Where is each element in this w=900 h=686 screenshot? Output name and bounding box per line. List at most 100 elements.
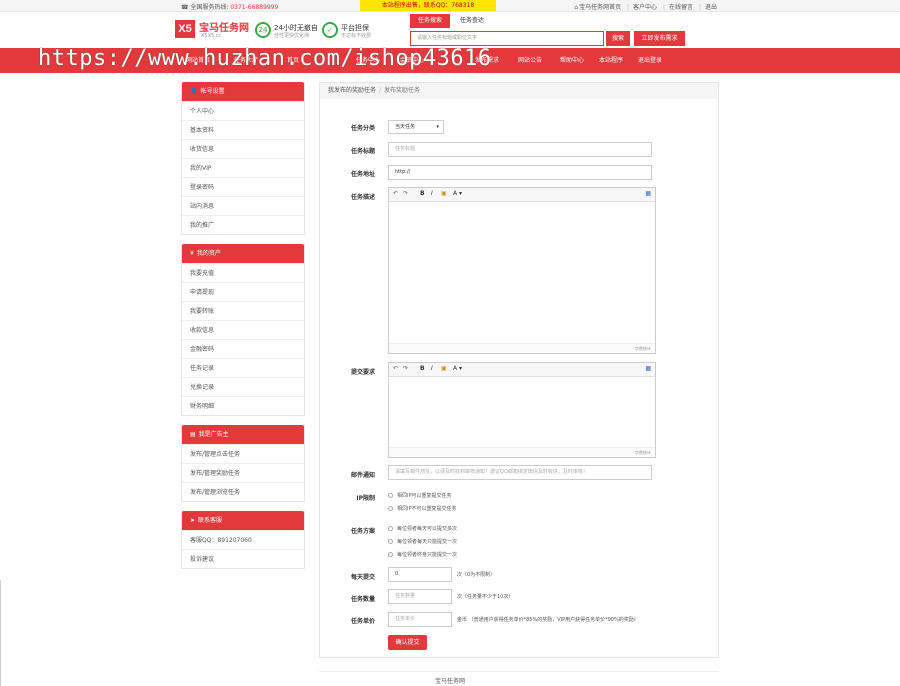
sidebar-item-profile[interactable]: 基本资料 bbox=[182, 120, 304, 139]
left-edge-line bbox=[0, 580, 1, 686]
publish-button[interactable]: 立即发布需求 bbox=[634, 31, 685, 46]
title-input[interactable]: 任务标题 bbox=[388, 142, 652, 157]
sidebar-item-exchange-records[interactable]: 兑换记录 bbox=[182, 377, 304, 396]
radio-label: 相同IP不可以重复提交任务 bbox=[397, 506, 457, 512]
submit-req-label: 提交要求 bbox=[350, 369, 375, 376]
ip-option-allow[interactable]: 相同IP可以重复提交任务 bbox=[388, 492, 452, 499]
bold-icon[interactable]: B bbox=[420, 365, 425, 372]
fullscreen-icon[interactable]: ▦ bbox=[645, 365, 651, 372]
image-icon[interactable]: ▣ bbox=[441, 365, 447, 372]
submit-button[interactable]: 确认提交 bbox=[388, 635, 427, 650]
sidebar-item-click-tasks[interactable]: 发布/管理点击任务 bbox=[182, 444, 304, 463]
sidebar-group-label: 我的资产 bbox=[196, 250, 221, 257]
email-input[interactable]: 请填写邮件地址，以便及时收到审核通知！建议QQ邮箱绑定微信及时收信，及时审核！ bbox=[388, 465, 652, 480]
sidebar-item-task-records[interactable]: 任务记录 bbox=[182, 358, 304, 377]
qty-input[interactable]: 任务数量 bbox=[388, 589, 452, 604]
sidebar-item-withdraw[interactable]: 申请提现 bbox=[182, 282, 304, 301]
bold-icon[interactable]: B bbox=[420, 190, 425, 197]
font-color-icon[interactable]: A ▾ bbox=[453, 365, 462, 372]
radio-icon[interactable] bbox=[388, 493, 393, 498]
category-select-value: 当天任务 bbox=[395, 124, 416, 130]
send-icon: ➤ bbox=[190, 517, 196, 524]
breadcrumb-parent[interactable]: 我发布的奖励任务 bbox=[328, 87, 376, 94]
nav-item[interactable]: 网站公告 bbox=[518, 48, 542, 73]
redo-icon[interactable]: ↷ bbox=[403, 365, 408, 372]
word-count: 字数统计 bbox=[389, 343, 655, 353]
top-link-message[interactable]: 在线留言 bbox=[669, 4, 693, 11]
daily-label: 每天提交 bbox=[350, 574, 375, 581]
sidebar-item-promotion[interactable]: 我的推广 bbox=[182, 215, 304, 234]
desc-editor[interactable]: ↶ ↷ B I ▣ A ▾ ▦ 字数统计 bbox=[388, 187, 656, 354]
radio-icon[interactable] bbox=[388, 506, 393, 511]
image-icon[interactable]: ▣ bbox=[441, 190, 447, 197]
top-link-client-center[interactable]: 客户中心 bbox=[633, 4, 657, 11]
sidebar-group-advertiser: ▤ 我是广告主 发布/管理点击任务 发布/管理奖励任务 发布/管理浏览任务 bbox=[181, 425, 305, 502]
tab-task-search[interactable]: 任务搜索 bbox=[410, 14, 450, 28]
sidebar-item-login-password[interactable]: 登录密码 bbox=[182, 177, 304, 196]
logo-name[interactable]: 宝马任务网 bbox=[199, 19, 249, 34]
sidebar-group-label: 我是广告主 bbox=[198, 431, 229, 438]
sidebar-item-browse-tasks[interactable]: 发布/管理浏览任务 bbox=[182, 482, 304, 501]
phone-icon: ☎ bbox=[181, 4, 189, 11]
sidebar-item-payee-info[interactable]: 收款信息 bbox=[182, 320, 304, 339]
italic-icon[interactable]: I bbox=[431, 190, 433, 197]
redo-icon[interactable]: ↷ bbox=[403, 190, 408, 197]
footer-text: 宝马任务网 bbox=[434, 678, 465, 685]
sidebar-item-finance-password[interactable]: 金融密码 bbox=[182, 339, 304, 358]
italic-icon[interactable]: I bbox=[431, 365, 433, 372]
top-link-home[interactable]: 宝马任务网首页 bbox=[579, 4, 621, 11]
nav-item[interactable]: 帮助中心 bbox=[560, 48, 584, 73]
sidebar-item-finance-detail[interactable]: 财务明细 bbox=[182, 396, 304, 415]
price-input[interactable]: 任务单价 bbox=[388, 612, 452, 627]
scheme-option-lifetime-once[interactable]: 每位领者终身只能提交一次 bbox=[388, 551, 457, 558]
search-button[interactable]: 搜索 bbox=[606, 31, 630, 46]
sidebar-item-vip[interactable]: 我的VIP bbox=[182, 158, 304, 177]
editor-toolbar: ↶ ↷ B I ▣ A ▾ ▦ bbox=[389, 188, 655, 202]
undo-icon[interactable]: ↶ bbox=[393, 190, 398, 197]
caret-down-icon: ▾ bbox=[436, 124, 439, 130]
sidebar-item-messages[interactable]: 站内消息 bbox=[182, 196, 304, 215]
top-link-divider: | bbox=[698, 4, 701, 11]
nav-item[interactable]: 本站程序 bbox=[599, 48, 623, 73]
url-input[interactable]: http:// bbox=[388, 165, 652, 180]
font-color-icon[interactable]: A ▾ bbox=[453, 190, 462, 197]
sidebar-group-title: ¥ 我的资产 bbox=[182, 244, 304, 263]
hotline: ☎ 全国服务热线: 0371-66889999 bbox=[181, 2, 278, 11]
word-count: 字数统计 bbox=[389, 447, 655, 457]
fullscreen-icon[interactable]: ▦ bbox=[645, 190, 651, 197]
ip-option-deny[interactable]: 相同IP不可以重复提交任务 bbox=[388, 505, 457, 512]
submit-req-editor[interactable]: ↶ ↷ B I ▣ A ▾ ▦ 字数统计 bbox=[388, 362, 656, 458]
logo-mark[interactable]: X5 bbox=[175, 20, 195, 38]
daily-input[interactable]: 0 bbox=[388, 567, 452, 582]
sidebar-item-personal-center[interactable]: 个人中心 bbox=[182, 101, 304, 120]
radio-icon[interactable] bbox=[388, 552, 393, 557]
sidebar-item-shipping[interactable]: 收货信息 bbox=[182, 139, 304, 158]
category-select[interactable]: 当天任务 ▾ bbox=[388, 120, 444, 134]
sidebar-item-support-qq[interactable]: 客服QQ：891207060 bbox=[182, 530, 304, 549]
radio-icon[interactable] bbox=[388, 526, 393, 531]
clock-24-icon: 24 bbox=[255, 22, 271, 38]
radio-icon[interactable] bbox=[388, 539, 393, 544]
top-link-divider: | bbox=[627, 4, 630, 11]
ip-label: IP限制 bbox=[356, 495, 375, 502]
undo-icon[interactable]: ↶ bbox=[393, 365, 398, 372]
scheme-option-daily-once[interactable]: 每位领者每天只能提交一次 bbox=[388, 538, 457, 545]
price-label: 任务单价 bbox=[350, 618, 375, 625]
daily-hint: 次（0为不限制） bbox=[457, 572, 496, 578]
sidebar-item-transfer[interactable]: 我要转账 bbox=[182, 301, 304, 320]
sale-notice[interactable]: 本站程序出售，联系QQ：768318 bbox=[360, 0, 496, 11]
nav-item[interactable]: 退出登录 bbox=[638, 48, 662, 73]
sidebar-item-reward-tasks[interactable]: 发布/管理奖励任务 bbox=[182, 463, 304, 482]
qty-label: 任务数量 bbox=[350, 596, 375, 603]
top-bar: ☎ 全国服务热线: 0371-66889999 本站程序出售，联系QQ：7683… bbox=[0, 0, 900, 12]
category-label: 任务分类 bbox=[350, 125, 375, 132]
top-link-logout[interactable]: 退出 bbox=[705, 4, 717, 11]
url-label: 任务地址 bbox=[350, 171, 375, 178]
desc-label: 任务描述 bbox=[350, 194, 375, 201]
tab-task-lookup[interactable]: 任务查达 bbox=[452, 14, 492, 28]
search-input[interactable]: 请输入任务标题或职位文字 bbox=[410, 31, 604, 46]
scheme-option-multi[interactable]: 每位领者每天可以提交多次 bbox=[388, 525, 457, 532]
sidebar-item-recharge[interactable]: 我要充值 bbox=[182, 263, 304, 282]
sidebar-group-title: ▤ 我是广告主 bbox=[182, 425, 304, 444]
sidebar-item-complaint[interactable]: 投诉建议 bbox=[182, 549, 304, 568]
